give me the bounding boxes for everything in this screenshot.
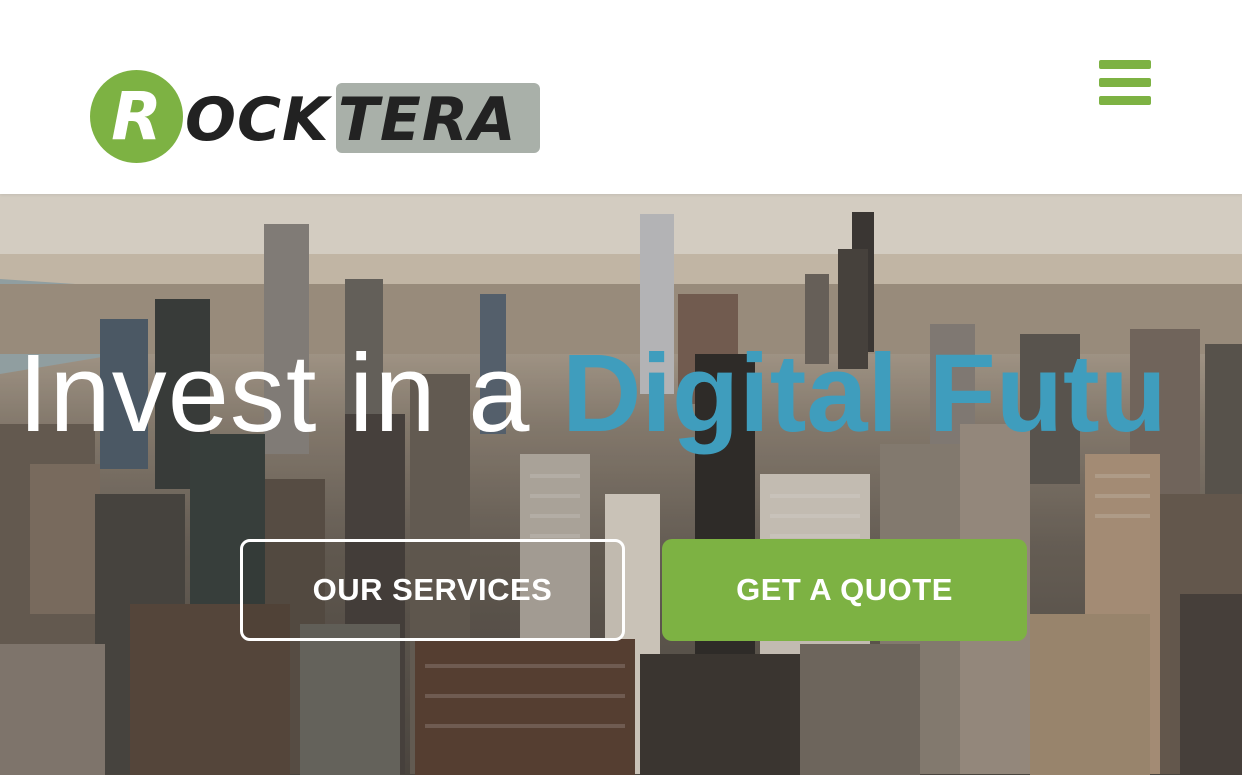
logo-letter: R	[111, 78, 162, 155]
site-logo[interactable]: R OCK TERA	[90, 70, 542, 166]
site-header: R OCK TERA	[0, 0, 1242, 194]
headline-light-text: Invest in a	[18, 332, 562, 455]
hero-section: Invest in a Digital Futu OUR SERVICES GE…	[0, 194, 1242, 775]
hero-headline: Invest in a Digital Futu	[18, 329, 1167, 459]
logo-text-part1: OCK	[185, 85, 330, 155]
hamburger-menu-icon[interactable]	[1099, 60, 1153, 106]
get-a-quote-button[interactable]: GET A QUOTE	[662, 539, 1027, 641]
our-services-button[interactable]: OUR SERVICES	[240, 539, 625, 641]
logo-text-part2: TERA	[338, 85, 517, 155]
hero-overlay	[0, 194, 1242, 775]
headline-accent-text: Digital Futu	[561, 332, 1167, 455]
